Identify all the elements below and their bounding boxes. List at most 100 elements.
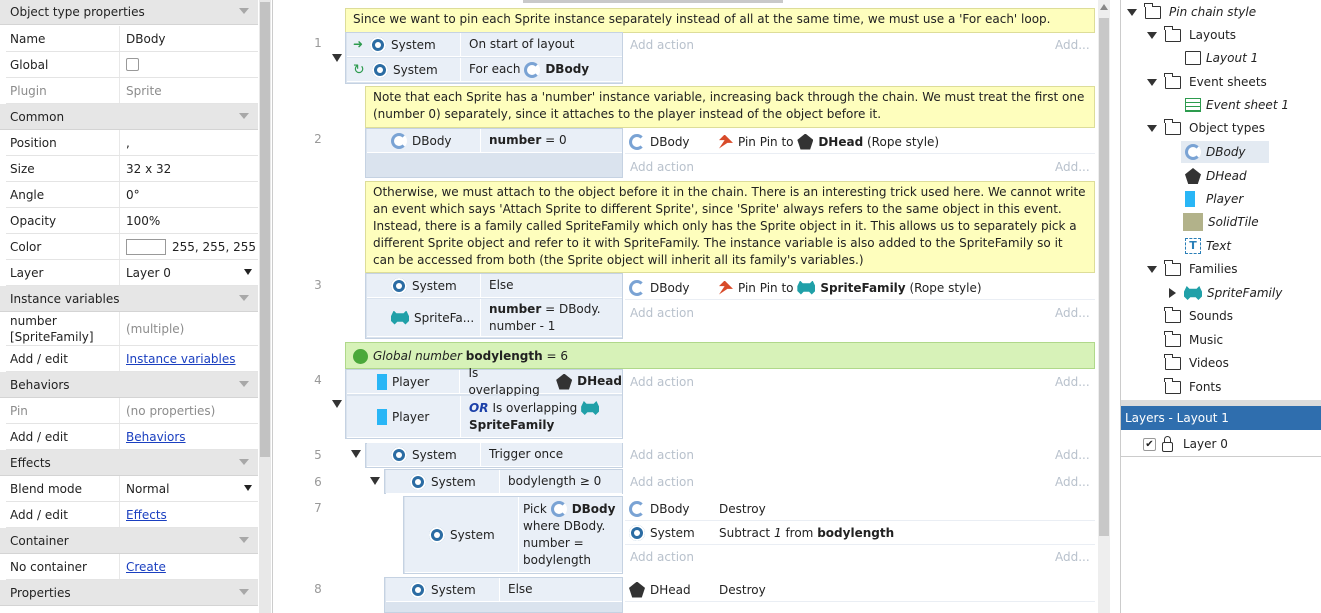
property-link[interactable]: Behaviors [126, 430, 186, 444]
expand-icon[interactable] [1169, 288, 1176, 298]
project-root[interactable]: Pin chain style [1169, 5, 1256, 19]
property-value[interactable]: Layer 0 [120, 260, 258, 285]
condition[interactable]: System bodylength ≥ 0 [386, 470, 622, 494]
property-value[interactable]: (no properties) [120, 398, 258, 423]
property-value[interactable]: Effects [120, 502, 258, 527]
folder-object-types[interactable]: Object types [1189, 121, 1265, 135]
property-row[interactable]: No container Create [6, 554, 258, 580]
add-action[interactable]: Add action [630, 33, 694, 57]
property-value[interactable]: 100% [120, 208, 258, 233]
add-more[interactable]: Add... [1055, 443, 1090, 467]
collapse-toggle[interactable] [351, 450, 361, 458]
property-value[interactable]: , [120, 130, 258, 155]
folder-music[interactable]: Music [1189, 333, 1223, 347]
condition[interactable]: System Else [386, 578, 622, 602]
object-type-item[interactable]: SolidTile [1208, 215, 1259, 229]
property-section-header[interactable]: Properties [0, 580, 258, 606]
property-value[interactable]: Normal [120, 476, 258, 501]
folder-sounds[interactable]: Sounds [1189, 309, 1233, 323]
lock-icon[interactable] [1162, 435, 1173, 452]
condition[interactable]: SpriteFa... number = DBody. number - 1 [367, 299, 622, 337]
add-more[interactable]: Add... [1055, 470, 1090, 494]
global-variable[interactable]: Global number bodylength = 6 [345, 342, 1095, 369]
dropdown-arrow-icon[interactable] [244, 269, 252, 275]
property-row[interactable]: Plugin Sprite [6, 78, 258, 104]
property-row[interactable]: Angle 0° [6, 182, 258, 208]
layer-item[interactable]: Layer 0 [1183, 437, 1228, 451]
action[interactable]: DBody Pin Pin to SpriteFamily (Rope styl… [625, 276, 1095, 300]
property-value[interactable]: Instance variables [120, 346, 258, 371]
condition[interactable]: System Else [367, 274, 622, 298]
condition[interactable]: DBody number = 0 [367, 129, 622, 153]
family-item[interactable]: SpriteFamily [1207, 286, 1282, 300]
expand-icon[interactable] [1147, 124, 1157, 132]
add-more[interactable]: Add... [1055, 301, 1090, 325]
property-section-header[interactable]: Instance variables [0, 286, 258, 312]
property-section-header[interactable]: Common [0, 104, 258, 130]
property-link[interactable]: Create [126, 560, 166, 574]
condition[interactable]: Player Is overlapping DHead [347, 366, 622, 397]
global-checkbox[interactable] [126, 58, 139, 71]
chevron-down-icon[interactable] [238, 5, 250, 17]
add-action[interactable]: Add action [630, 470, 694, 494]
property-value[interactable] [120, 52, 258, 77]
property-row[interactable]: Opacity 100% [6, 208, 258, 234]
expand-icon[interactable] [1147, 31, 1157, 39]
condition[interactable]: System Trigger once [367, 443, 622, 467]
folder-families[interactable]: Families [1189, 262, 1237, 276]
property-row[interactable]: number [SpriteFamily] (multiple) [6, 312, 258, 346]
add-action[interactable]: Add action [630, 301, 694, 325]
property-section-header[interactable]: Container [0, 528, 258, 554]
add-more[interactable]: Add... [1055, 545, 1090, 569]
add-more[interactable]: Add... [1055, 33, 1090, 57]
property-value[interactable]: DBody [120, 26, 258, 51]
dropdown-arrow-icon[interactable] [244, 485, 252, 491]
chevron-down-icon[interactable] [238, 586, 250, 598]
expand-icon[interactable] [1147, 265, 1157, 273]
condition[interactable]: System Pick DBody where DBody. number = bod… [405, 497, 622, 573]
comment-1[interactable]: Since we want to pin each Sprite instanc… [345, 8, 1095, 33]
object-type-item[interactable]: Text [1206, 239, 1231, 253]
comment-3[interactable]: Otherwise, we must attach to the object … [365, 181, 1095, 273]
condition[interactable]: ➜ System On start of layout [347, 33, 622, 57]
action[interactable]: DBody Pin Pin to DHead (Rope style) [625, 130, 1095, 154]
object-type-item[interactable]: DHead [1206, 169, 1247, 183]
color-swatch[interactable] [126, 238, 166, 255]
condition[interactable]: Player OR Is overlapping SpriteFamily [347, 396, 622, 438]
action[interactable]: DBody Destroy [625, 497, 1095, 521]
chevron-down-icon[interactable] [238, 456, 250, 468]
add-more[interactable]: Add... [1055, 370, 1090, 394]
property-section-header[interactable]: Effects [0, 450, 258, 476]
expand-icon[interactable] [1127, 8, 1137, 16]
property-section-header[interactable]: Object type properties [0, 0, 258, 25]
add-action[interactable]: Add action [630, 545, 694, 569]
property-value[interactable]: Behaviors [120, 424, 258, 449]
collapse-toggle[interactable] [370, 477, 380, 485]
action[interactable]: System Subtract 1 from bodylength [625, 521, 1095, 545]
object-type-item[interactable]: Player [1206, 192, 1243, 206]
property-link[interactable]: Effects [126, 508, 167, 522]
property-row[interactable]: Add / edit Behaviors [6, 424, 258, 450]
property-value[interactable]: 255, 255, 255 [120, 234, 258, 259]
property-row[interactable]: Global [6, 52, 258, 78]
folder-event-sheets[interactable]: Event sheets [1189, 75, 1267, 89]
add-action[interactable]: Add action [630, 155, 694, 179]
property-row[interactable]: Blend mode Normal [6, 476, 258, 502]
property-row[interactable]: Size 32 x 32 [6, 156, 258, 182]
chevron-down-icon[interactable] [238, 378, 250, 390]
property-section-header[interactable]: Behaviors [0, 372, 258, 398]
chevron-down-icon[interactable] [238, 534, 250, 546]
property-value[interactable]: Create [120, 554, 258, 579]
property-row[interactable]: Add / edit Instance variables [6, 346, 258, 372]
chevron-down-icon[interactable] [238, 292, 250, 304]
add-more[interactable]: Add... [1055, 155, 1090, 179]
properties-scrollbar[interactable] [259, 0, 271, 613]
layout-item[interactable]: Layout 1 [1206, 51, 1258, 65]
collapse-toggle[interactable] [332, 400, 342, 408]
action[interactable]: DHead Destroy [625, 578, 1095, 602]
condition[interactable]: ↻ System For each DBody [347, 58, 622, 82]
layer-visible-checkbox[interactable]: ✔ [1143, 437, 1156, 451]
event-sheet-item[interactable]: Event sheet 1 [1206, 98, 1289, 112]
comment-2[interactable]: Note that each Sprite has a 'number' ins… [365, 86, 1095, 128]
event-sheet-scrollbar[interactable] [1098, 0, 1110, 613]
